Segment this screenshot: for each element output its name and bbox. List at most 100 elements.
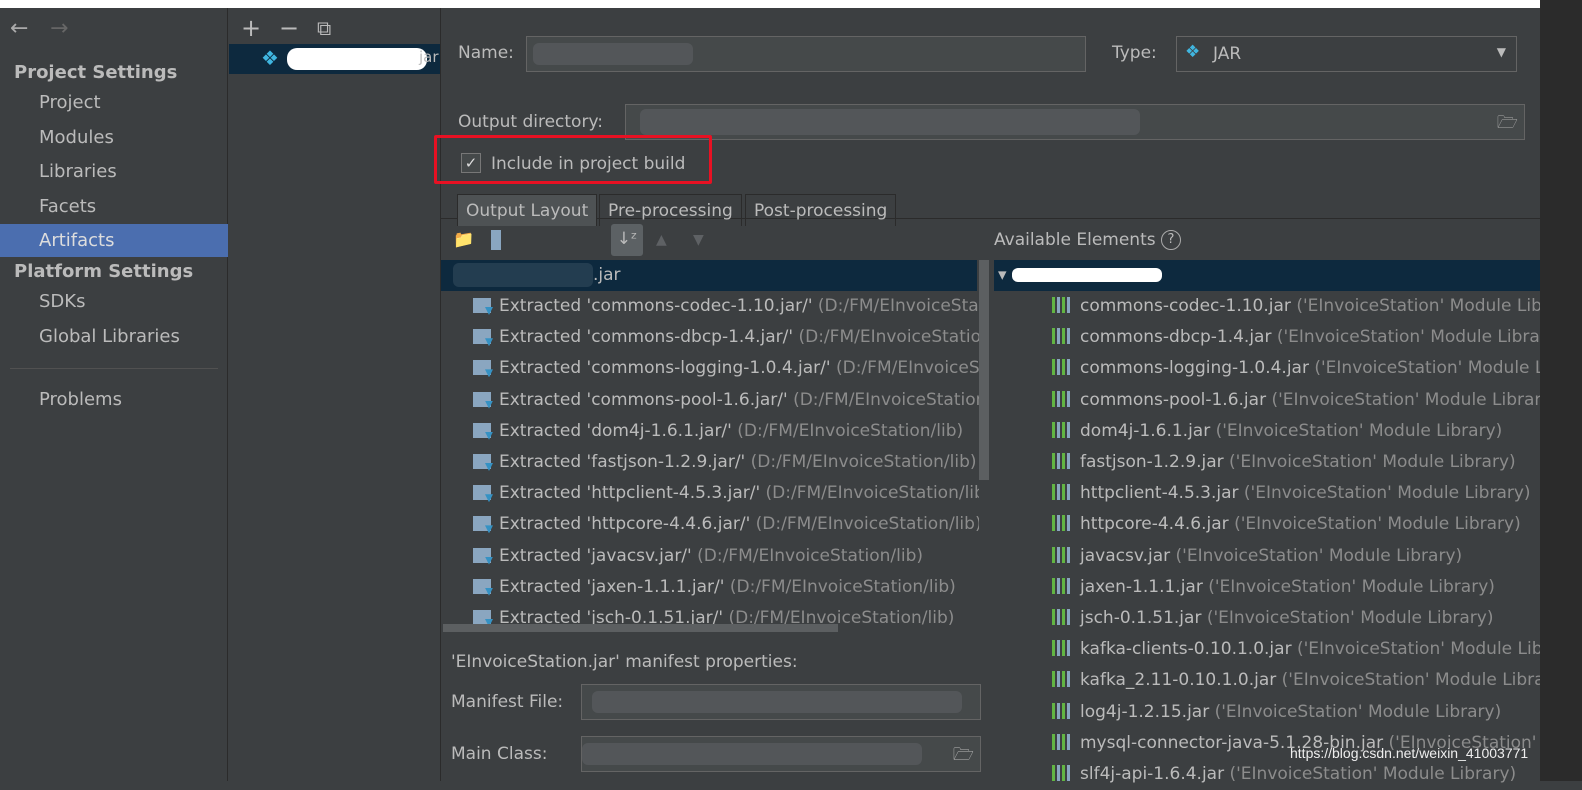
available-row[interactable]: httpclient-4.5.3.jar ('EInvoiceStation' …: [1052, 478, 1540, 509]
archive-icon[interactable]: [491, 230, 501, 250]
output-row-name: Extracted 'dom4j-1.6.1.jar/': [499, 420, 732, 441]
extracted-icon: [473, 610, 491, 625]
library-name: slf4j-api-1.6.4.jar: [1080, 764, 1225, 784]
available-row[interactable]: dom4j-1.6.1.jar ('EInvoiceStation' Modul…: [1052, 416, 1540, 447]
library-icon: [1052, 453, 1072, 469]
library-name: commons-logging-1.0.4.jar: [1080, 358, 1309, 379]
library-scope: ('EInvoiceStation' Module Library): [1271, 389, 1540, 410]
output-row[interactable]: Extracted 'commons-dbcp-1.4.jar/' (D:/FM…: [473, 322, 979, 353]
output-layout-tree[interactable]: .jar Extracted 'commons-codec-1.10.jar/'…: [441, 260, 991, 640]
output-row-path: (D:/FM/EInvoiceStation/lib): [835, 358, 979, 379]
root-jar-row[interactable]: .jar: [441, 260, 977, 291]
library-scope: ('EInvoiceStation' Module Library): [1175, 545, 1463, 566]
sidebar-item-modules[interactable]: Modules: [0, 121, 228, 154]
output-directory-input[interactable]: 🗁: [625, 104, 1525, 140]
library-name: httpclient-4.5.3.jar: [1080, 483, 1239, 504]
available-row[interactable]: slf4j-api-1.6.4.jar ('EInvoiceStation' M…: [1052, 759, 1540, 790]
move-down-icon[interactable]: ▼: [693, 232, 704, 248]
module-row[interactable]: ▾: [994, 260, 1540, 291]
redacted-name: [287, 48, 427, 70]
available-row[interactable]: kafka_2.11-0.10.1.0.jar ('EInvoiceStatio…: [1052, 665, 1540, 696]
output-row[interactable]: Extracted 'commons-logging-1.0.4.jar/' (…: [473, 353, 979, 384]
output-row[interactable]: Extracted 'httpcore-4.4.6.jar/' (D:/FM/E…: [473, 509, 979, 540]
browse-icon[interactable]: 🗁: [953, 742, 974, 771]
available-row[interactable]: jaxen-1.1.1.jar ('EInvoiceStation' Modul…: [1052, 572, 1540, 603]
extracted-icon: [473, 578, 491, 594]
available-row[interactable]: kafka-clients-0.10.1.0.jar ('EInvoiceSta…: [1052, 634, 1540, 665]
name-label: Name:: [458, 43, 514, 63]
manifest-title: 'EInvoiceStation.jar' manifest propertie…: [451, 652, 798, 672]
name-input[interactable]: [526, 36, 1086, 72]
manifest-file-input[interactable]: [581, 684, 981, 720]
folder-icon[interactable]: 🗁: [1497, 110, 1518, 139]
copy-artifact-button[interactable]: ⧉: [317, 16, 331, 40]
main-class-input[interactable]: 🗁: [581, 736, 981, 772]
library-icon: [1052, 609, 1072, 625]
tab-output-layout[interactable]: Output Layout: [457, 194, 598, 226]
add-artifact-button[interactable]: +: [241, 14, 261, 42]
sidebar-item-problems[interactable]: Problems: [0, 383, 228, 416]
output-row[interactable]: Extracted 'httpclient-4.5.3.jar/' (D:/FM…: [473, 478, 979, 509]
library-name: commons-pool-1.6.jar: [1080, 389, 1267, 410]
library-scope: ('EInvoiceStation' Module Library): [1243, 483, 1531, 504]
library-name: httpcore-4.4.6.jar: [1080, 514, 1229, 535]
sort-icon[interactable]: ↓ᶻ: [611, 224, 643, 256]
available-row[interactable]: commons-codec-1.10.jar ('EInvoiceStation…: [1052, 291, 1540, 322]
back-icon[interactable]: ←: [10, 16, 28, 41]
type-select[interactable]: ❖ JAR ▼: [1176, 36, 1517, 72]
move-up-icon[interactable]: ▲: [656, 232, 667, 248]
library-name: kafka_2.11-0.10.1.0.jar: [1080, 670, 1277, 691]
extracted-icon: [473, 298, 491, 313]
horizontal-scrollbar[interactable]: [443, 624, 838, 632]
project-settings-heading: Project Settings: [14, 62, 178, 83]
output-row[interactable]: Extracted 'commons-codec-1.10.jar/' (D:/…: [473, 291, 979, 322]
available-row[interactable]: jsch-0.1.51.jar ('EInvoiceStation' Modul…: [1052, 603, 1540, 634]
library-icon: [1052, 390, 1072, 407]
available-row[interactable]: fastjson-1.2.9.jar ('EInvoiceStation' Mo…: [1052, 447, 1540, 478]
sidebar-item-facets[interactable]: Facets: [0, 190, 228, 223]
library-scope: ('EInvoiceStation' Module Library): [1215, 420, 1503, 441]
available-row[interactable]: httpcore-4.4.6.jar ('EInvoiceStation' Mo…: [1052, 509, 1540, 540]
output-row[interactable]: Extracted 'jaxen-1.1.1.jar/' (D:/FM/EInv…: [473, 572, 979, 603]
sidebar-item-libraries[interactable]: Libraries: [0, 155, 228, 188]
sidebar-item-project[interactable]: Project: [0, 86, 228, 119]
available-row[interactable]: log4j-1.2.15.jar ('EInvoiceStation' Modu…: [1052, 697, 1540, 728]
root-jar-label: .jar: [593, 265, 621, 285]
available-row[interactable]: commons-logging-1.0.4.jar ('EInvoiceStat…: [1052, 353, 1540, 384]
library-icon: [1052, 328, 1072, 345]
available-row[interactable]: javacsv.jar ('EInvoiceStation' Module Li…: [1052, 541, 1540, 572]
output-row-path: (D:/FM/EInvoiceStation/lib): [798, 327, 979, 348]
forward-icon[interactable]: →: [50, 16, 68, 41]
help-icon[interactable]: ?: [1161, 230, 1181, 250]
output-row-name: Extracted 'httpclient-4.5.3.jar/': [499, 483, 761, 504]
sidebar-item-sdks[interactable]: SDKs: [0, 285, 228, 318]
output-row[interactable]: Extracted 'dom4j-1.6.1.jar/' (D:/FM/EInv…: [473, 416, 979, 447]
extracted-icon: [473, 391, 491, 407]
available-row[interactable]: commons-dbcp-1.4.jar ('EInvoiceStation' …: [1052, 322, 1540, 353]
sidebar-item-artifacts[interactable]: Artifacts: [0, 224, 228, 257]
sidebar-item-global-libraries[interactable]: Global Libraries: [0, 320, 228, 353]
available-row[interactable]: commons-pool-1.6.jar ('EInvoiceStation' …: [1052, 385, 1540, 416]
output-row[interactable]: Extracted 'fastjson-1.2.9.jar/' (D:/FM/E…: [473, 447, 979, 478]
library-icon: [1052, 359, 1072, 376]
library-name: kafka-clients-0.10.1.0.jar: [1080, 639, 1292, 660]
include-build-label: Include in project build: [491, 154, 686, 174]
output-row-name: Extracted 'jaxen-1.1.1.jar/': [499, 576, 725, 597]
output-row[interactable]: Extracted 'javacsv.jar/' (D:/FM/EInvoice…: [473, 541, 979, 572]
tab-pre-processing[interactable]: Pre-processing: [599, 194, 742, 226]
tab-post-processing[interactable]: Post-processing: [745, 194, 897, 226]
library-scope: ('EInvoiceStation' Module Library): [1314, 358, 1540, 379]
available-elements-tree[interactable]: ▾ commons-codec-1.10.jar ('EInvoiceStati…: [994, 260, 1540, 790]
artifact-item[interactable]: ❖ jar: [229, 44, 440, 74]
output-row[interactable]: Extracted 'commons-pool-1.6.jar/' (D:/FM…: [473, 385, 979, 416]
vertical-scrollbar[interactable]: [979, 260, 989, 480]
library-name: fastjson-1.2.9.jar: [1080, 452, 1224, 472]
library-icon: [1052, 421, 1072, 438]
include-build-checkbox[interactable]: ✓: [461, 153, 481, 173]
new-folder-icon[interactable]: 📁: [453, 230, 474, 250]
extracted-icon: [473, 454, 491, 469]
extracted-icon: [473, 360, 491, 376]
remove-artifact-button[interactable]: −: [279, 14, 299, 42]
library-scope: ('EInvoiceStation' Module Library): [1296, 639, 1540, 660]
library-icon: [1052, 765, 1072, 781]
